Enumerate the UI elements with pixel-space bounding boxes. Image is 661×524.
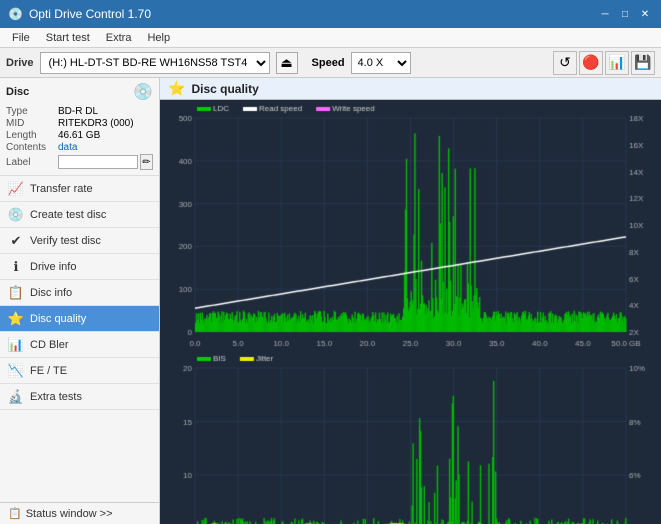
fe-te-icon: 📉 bbox=[8, 363, 24, 379]
save-button[interactable]: 💾 bbox=[631, 51, 655, 75]
title-bar: 💿 Opti Drive Control 1.70 ─ □ ✕ bbox=[0, 0, 661, 28]
app-icon: 💿 bbox=[8, 7, 23, 21]
sidebar-label-disc-quality: Disc quality bbox=[30, 313, 86, 325]
charts-area bbox=[160, 100, 661, 524]
length-value: 46.61 GB bbox=[58, 130, 100, 141]
cd-bler-icon: 📊 bbox=[8, 337, 24, 353]
mid-label: MID bbox=[6, 118, 58, 129]
nav-items: 📈 Transfer rate 💿 Create test disc ✔ Ver… bbox=[0, 176, 159, 502]
menu-extra[interactable]: Extra bbox=[98, 30, 140, 46]
title-bar-title: 💿 Opti Drive Control 1.70 bbox=[8, 7, 151, 21]
minimize-button[interactable]: ─ bbox=[597, 6, 613, 22]
bis-chart bbox=[160, 350, 661, 524]
length-label: Length bbox=[6, 130, 58, 141]
sidebar-item-transfer-rate[interactable]: 📈 Transfer rate bbox=[0, 176, 159, 202]
sidebar-item-extra-tests[interactable]: 🔬 Extra tests bbox=[0, 384, 159, 410]
maximize-button[interactable]: □ bbox=[617, 6, 633, 22]
sidebar-label-create-test-disc: Create test disc bbox=[30, 209, 106, 221]
sidebar-label-cd-bler: CD Bler bbox=[30, 339, 69, 351]
ldc-chart bbox=[160, 100, 661, 350]
eject-button[interactable]: ⏏ bbox=[276, 52, 298, 74]
sidebar-item-drive-info[interactable]: ℹ Drive info bbox=[0, 254, 159, 280]
content-header-icon: ⭐ bbox=[168, 80, 185, 97]
chart-button[interactable]: 📊 bbox=[605, 51, 629, 75]
drive-info-icon: ℹ bbox=[8, 259, 24, 275]
sidebar-label-fe-te: FE / TE bbox=[30, 365, 67, 377]
drive-bar: Drive (H:) HL-DT-ST BD-RE WH16NS58 TST4 … bbox=[0, 48, 661, 78]
refresh-button[interactable]: ↺ bbox=[553, 51, 577, 75]
status-window-item[interactable]: 📋 Status window >> bbox=[0, 502, 159, 524]
disc-info-icon: 📋 bbox=[8, 285, 24, 301]
status-window-label: Status window >> bbox=[26, 508, 113, 520]
sidebar-item-disc-info[interactable]: 📋 Disc info bbox=[0, 280, 159, 306]
type-value: BD-R DL bbox=[58, 106, 98, 117]
verify-test-disc-icon: ✔ bbox=[8, 233, 24, 249]
speed-label: Speed bbox=[312, 57, 345, 69]
sidebar-item-fe-te[interactable]: 📉 FE / TE bbox=[0, 358, 159, 384]
status-window-icon: 📋 bbox=[8, 507, 22, 520]
sidebar-label-extra-tests: Extra tests bbox=[30, 391, 82, 403]
contents-value: data bbox=[58, 142, 77, 153]
sidebar-label-disc-info: Disc info bbox=[30, 287, 72, 299]
drive-select[interactable]: (H:) HL-DT-ST BD-RE WH16NS58 TST4 bbox=[40, 52, 270, 74]
transfer-rate-icon: 📈 bbox=[8, 181, 24, 197]
disc-panel: Disc 💿 Type BD-R DL MID RITEKDR3 (000) L… bbox=[0, 78, 159, 176]
content-area: ⭐ Disc quality LDC BIS bbox=[160, 78, 661, 524]
settings-button[interactable]: 🔴 bbox=[579, 51, 603, 75]
label-edit-button[interactable]: ✏ bbox=[140, 154, 153, 170]
sidebar-label-verify-test-disc: Verify test disc bbox=[30, 235, 101, 247]
label-input[interactable] bbox=[58, 155, 138, 169]
disc-panel-title: Disc bbox=[6, 86, 29, 98]
sidebar-item-cd-bler[interactable]: 📊 CD Bler bbox=[0, 332, 159, 358]
sidebar: Disc 💿 Type BD-R DL MID RITEKDR3 (000) L… bbox=[0, 78, 160, 524]
type-label: Type bbox=[6, 106, 58, 117]
menu-bar: File Start test Extra Help bbox=[0, 28, 661, 48]
sidebar-label-drive-info: Drive info bbox=[30, 261, 76, 273]
menu-start-test[interactable]: Start test bbox=[38, 30, 98, 46]
toolbar-icons: ↺ 🔴 📊 💾 bbox=[553, 51, 655, 75]
menu-help[interactable]: Help bbox=[139, 30, 178, 46]
app-title: Opti Drive Control 1.70 bbox=[29, 7, 151, 21]
main-layout: Disc 💿 Type BD-R DL MID RITEKDR3 (000) L… bbox=[0, 78, 661, 524]
content-header-title: Disc quality bbox=[191, 82, 258, 96]
drive-label: Drive bbox=[6, 57, 34, 69]
menu-file[interactable]: File bbox=[4, 30, 38, 46]
sidebar-item-create-test-disc[interactable]: 💿 Create test disc bbox=[0, 202, 159, 228]
close-button[interactable]: ✕ bbox=[637, 6, 653, 22]
disc-quality-icon: ⭐ bbox=[8, 311, 24, 327]
content-header: ⭐ Disc quality bbox=[160, 78, 661, 100]
label-label: Label bbox=[6, 157, 58, 168]
sidebar-label-transfer-rate: Transfer rate bbox=[30, 183, 93, 195]
speed-select[interactable]: 4.0 X 1.0 X 2.0 X 8.0 X Max bbox=[351, 52, 411, 74]
title-bar-controls: ─ □ ✕ bbox=[597, 6, 653, 22]
sidebar-item-disc-quality[interactable]: ⭐ Disc quality bbox=[0, 306, 159, 332]
mid-value: RITEKDR3 (000) bbox=[58, 118, 134, 129]
create-test-disc-icon: 💿 bbox=[8, 207, 24, 223]
sidebar-item-verify-test-disc[interactable]: ✔ Verify test disc bbox=[0, 228, 159, 254]
extra-tests-icon: 🔬 bbox=[8, 389, 24, 405]
disc-icon: 💿 bbox=[133, 82, 153, 102]
contents-label: Contents bbox=[6, 142, 58, 153]
